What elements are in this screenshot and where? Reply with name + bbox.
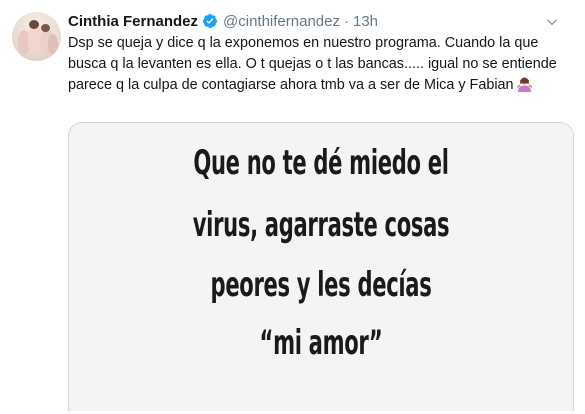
tweet-header: Cinthia Fernandez @cinthifernandez · 13h bbox=[68, 9, 573, 33]
avatar-person-4 bbox=[48, 34, 58, 54]
tweet-media-image[interactable]: Que no te dé miedo el virus, agarraste c… bbox=[68, 122, 574, 411]
chevron-down-icon[interactable] bbox=[541, 11, 563, 33]
tweet-timestamp[interactable]: 13h bbox=[353, 13, 378, 30]
meme-line-2: virus, agarraste cosas bbox=[192, 205, 450, 245]
tweet-text-container: Dsp se queja y dice q la exponemos en nu… bbox=[68, 33, 578, 96]
meme-line-1: Que no te dé miedo el bbox=[193, 143, 449, 183]
author-handle[interactable]: @cinthifernandez bbox=[223, 13, 340, 30]
verified-badge-icon bbox=[202, 13, 218, 29]
woman-shrugging-emoji bbox=[516, 76, 532, 92]
meme-line-3: peores y les decías bbox=[210, 265, 432, 305]
author-name[interactable]: Cinthia Fernandez bbox=[68, 13, 198, 30]
avatar-hair-2 bbox=[41, 24, 50, 32]
avatar[interactable] bbox=[12, 12, 61, 61]
avatar-hair-1 bbox=[29, 20, 39, 29]
meme-image: Que no te dé miedo el virus, agarraste c… bbox=[69, 123, 573, 411]
meme-line-4: “mi amor” bbox=[259, 323, 383, 363]
tweet-text: Dsp se queja y dice q la exponemos en nu… bbox=[68, 35, 561, 93]
separator-dot: · bbox=[343, 12, 349, 30]
